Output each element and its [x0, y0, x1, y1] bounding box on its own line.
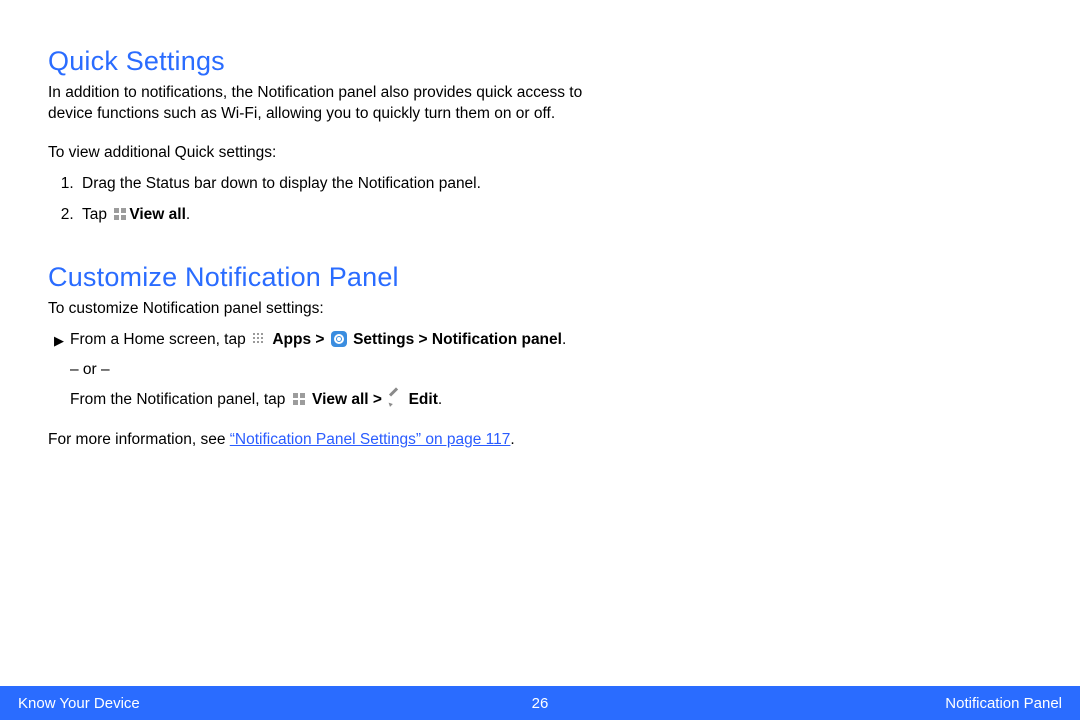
step-1: Drag the Status bar down to display the … — [78, 172, 608, 195]
bold-edit: Edit — [409, 391, 438, 408]
dot-2: . — [438, 391, 442, 408]
quick-settings-steps: Drag the Status bar down to display the … — [48, 172, 608, 227]
alt-prefix: From the Notification panel, tap — [70, 391, 290, 408]
instruction-block: ▶ From a Home screen, tap Apps > Setting… — [54, 328, 608, 412]
view-all-icon-2 — [292, 392, 306, 406]
instruction-body: From a Home screen, tap Apps > Settings … — [70, 328, 608, 412]
more-info-post: . — [510, 431, 514, 448]
path-home: From a Home screen, tap Apps > Settings … — [70, 328, 608, 352]
sep-2: > — [414, 331, 432, 348]
sep-3: > — [369, 391, 387, 408]
settings-icon — [331, 331, 347, 347]
bold-settings: Settings — [353, 331, 414, 348]
bold-viewall: View all — [312, 391, 369, 408]
pencil-edit-icon — [388, 392, 402, 406]
step-2: Tap View all. — [78, 203, 608, 226]
heading-quick-settings: Quick Settings — [48, 46, 608, 77]
sep-1: > — [311, 331, 329, 348]
quick-settings-intro: In addition to notifications, the Notifi… — [48, 83, 608, 125]
step-2-bold: View all — [129, 206, 186, 223]
inst-prefix: From a Home screen, tap — [70, 331, 250, 348]
heading-customize-notification-panel: Customize Notification Panel — [48, 262, 608, 293]
dot-1: . — [562, 331, 566, 348]
apps-icon — [252, 332, 266, 346]
footer-left: Know Your Device — [18, 695, 140, 712]
bold-notification-panel: Notification panel — [432, 331, 562, 348]
quick-settings-lead: To view additional Quick settings: — [48, 143, 608, 164]
bold-apps: Apps — [272, 331, 311, 348]
link-notification-panel-settings[interactable]: “Notification Panel Settings” on page 11… — [230, 431, 511, 448]
page-footer: Know Your Device 26 Notification Panel — [0, 686, 1080, 720]
step-2-pre: Tap — [82, 206, 111, 223]
step-2-post: . — [186, 206, 190, 223]
page-content: Quick Settings In addition to notificati… — [0, 0, 656, 451]
path-notifpanel: From the Notification panel, tap View al… — [70, 388, 608, 412]
more-info-pre: For more information, see — [48, 431, 230, 448]
document-page: Quick Settings In addition to notificati… — [0, 0, 1080, 720]
play-arrow-icon: ▶ — [54, 331, 64, 351]
more-info-line: For more information, see “Notification … — [48, 430, 608, 451]
customize-lead: To customize Notification panel settings… — [48, 299, 608, 320]
footer-page-number: 26 — [532, 695, 549, 712]
footer-right: Notification Panel — [945, 695, 1062, 712]
view-all-icon — [113, 207, 127, 221]
or-line: – or – — [70, 358, 608, 382]
